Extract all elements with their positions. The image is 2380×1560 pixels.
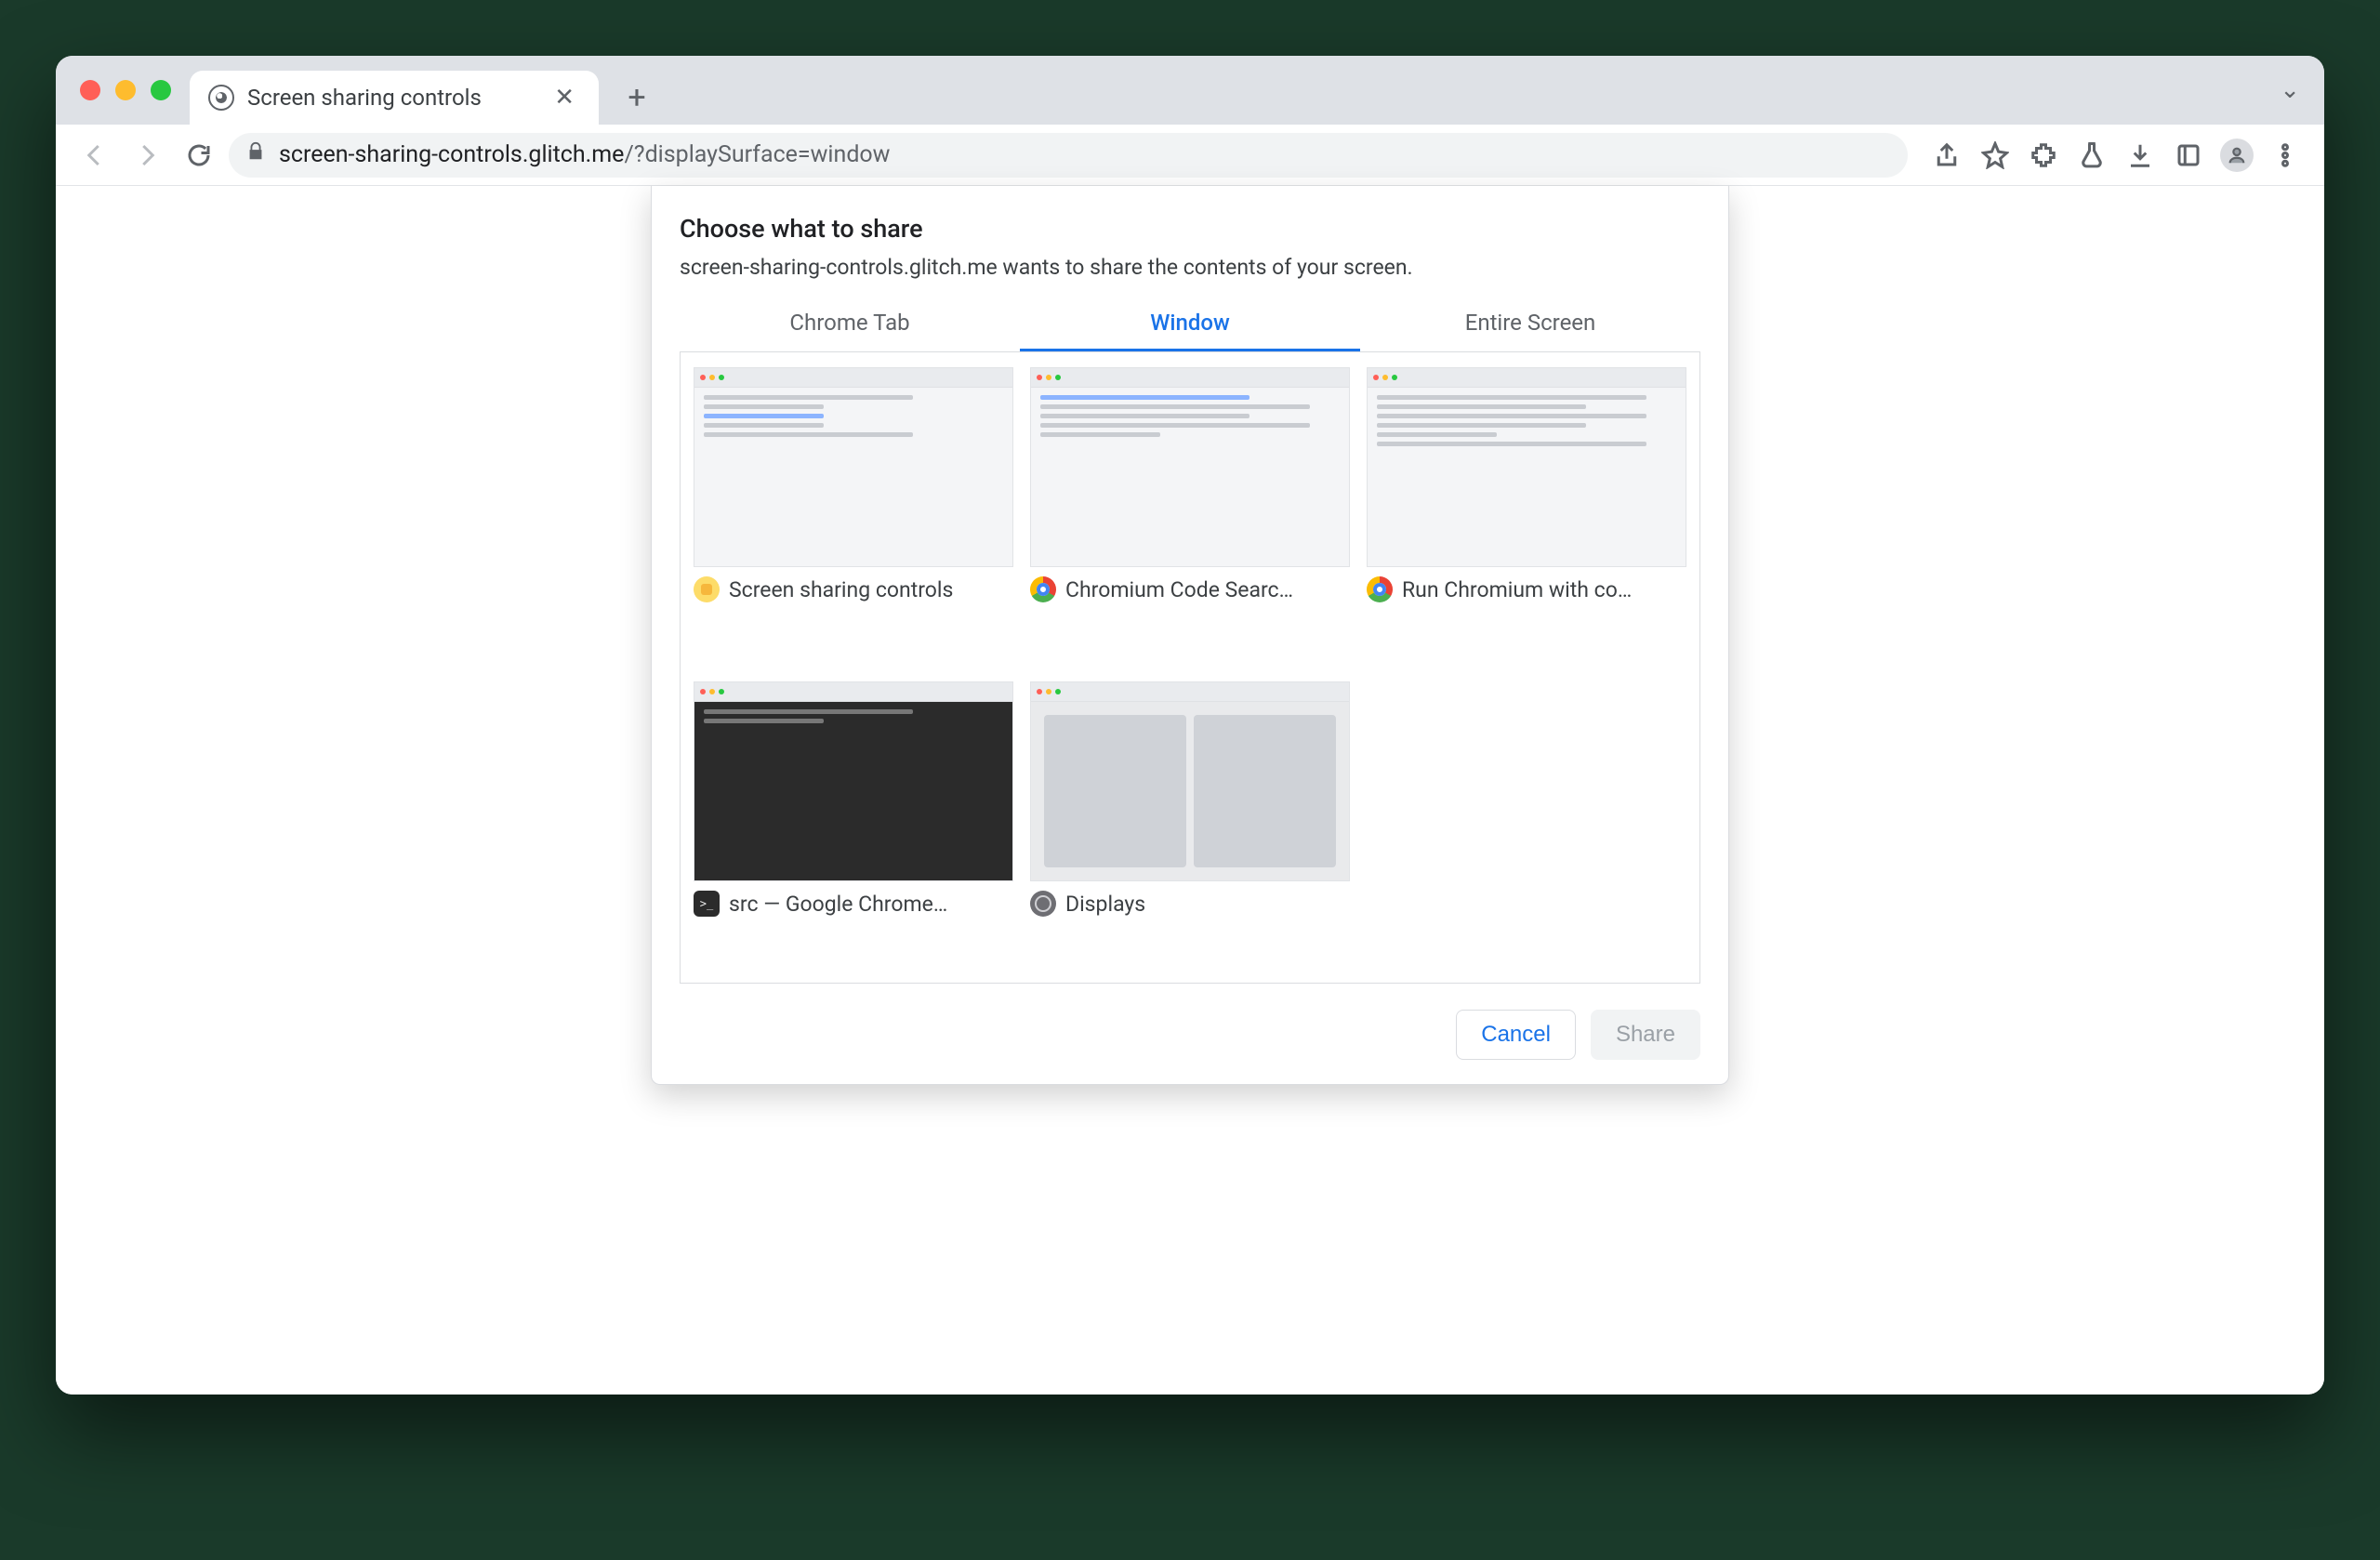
tab-entire-screen[interactable]: Entire Screen [1360,297,1700,351]
forward-button[interactable] [125,133,169,178]
tab-close-button[interactable]: ✕ [549,82,580,113]
modal-title: Choose what to share [680,214,1700,244]
window-label: Displays [1065,892,1145,917]
globe-icon [208,85,234,111]
address-bar[interactable]: screen-sharing-controls.glitch.me/?displ… [229,133,1908,178]
window-option[interactable]: Displays [1030,681,1350,968]
url-host: screen-sharing-controls.glitch.me [279,141,624,168]
window-thumbnail [1030,367,1350,567]
window-label: src — Google Chrome… [729,892,947,917]
browser-window: Screen sharing controls ✕ + ⌄ screen-sha… [56,56,2324,1395]
share-icon[interactable] [1924,133,1969,178]
screen-share-picker: Choose what to share screen-sharing-cont… [651,186,1729,1085]
modal-buttons: Cancel Share [680,1010,1700,1060]
terminal-icon [694,891,720,917]
window-label: Screen sharing controls [729,577,953,602]
tabstrip: Screen sharing controls ✕ + [190,56,660,125]
url-text: screen-sharing-controls.glitch.me/?displ… [279,141,890,168]
toolbar: screen-sharing-controls.glitch.me/?displ… [56,125,2324,186]
labs-icon[interactable] [2069,133,2114,178]
window-controls [80,80,171,100]
window-option[interactable]: Run Chromium with co… [1367,367,1686,654]
extensions-icon[interactable] [2021,133,2066,178]
window-grid: Screen sharing controls [680,351,1700,984]
window-thumbnail [694,367,1013,567]
titlebar: Screen sharing controls ✕ + ⌄ [56,56,2324,125]
window-option[interactable]: Chromium Code Searc… [1030,367,1350,654]
page-content: Choose what to share screen-sharing-cont… [56,186,2324,1395]
url-path: /?displaySurface=window [624,141,890,168]
avatar-icon [2220,139,2254,172]
glitch-icon [694,576,720,602]
window-option[interactable]: Screen sharing controls [694,367,1013,654]
share-button[interactable]: Share [1591,1010,1700,1060]
new-tab-button[interactable]: + [614,74,660,121]
toolbar-actions [1924,133,2307,178]
window-option[interactable]: src — Google Chrome… [694,681,1013,968]
tab-title: Screen sharing controls [247,85,482,111]
tab-chrome-tab[interactable]: Chrome Tab [680,297,1020,351]
share-tabs: Chrome Tab Window Entire Screen [680,297,1700,351]
bookmark-icon[interactable] [1973,133,2017,178]
settings-icon [1030,891,1056,917]
lock-icon [245,141,266,168]
window-minimize-button[interactable] [115,80,136,100]
window-thumbnail [1367,367,1686,567]
modal-subtitle: screen-sharing-controls.glitch.me wants … [680,255,1700,280]
tab-window[interactable]: Window [1020,297,1360,351]
downloads-icon[interactable] [2118,133,2162,178]
chrome-icon [1030,576,1056,602]
window-close-button[interactable] [80,80,100,100]
window-zoom-button[interactable] [151,80,171,100]
profile-button[interactable] [2215,133,2259,178]
reload-button[interactable] [177,133,221,178]
cancel-button[interactable]: Cancel [1456,1010,1576,1060]
reader-icon[interactable] [2166,133,2211,178]
window-label: Chromium Code Searc… [1065,577,1293,602]
window-thumbnail [694,681,1013,881]
back-button[interactable] [73,133,117,178]
chrome-icon [1367,576,1393,602]
browser-tab[interactable]: Screen sharing controls ✕ [190,71,599,125]
window-label: Run Chromium with co… [1402,577,1632,602]
menu-button[interactable] [2263,133,2307,178]
tabs-overflow-button[interactable]: ⌄ [2280,76,2300,104]
window-thumbnail [1030,681,1350,881]
